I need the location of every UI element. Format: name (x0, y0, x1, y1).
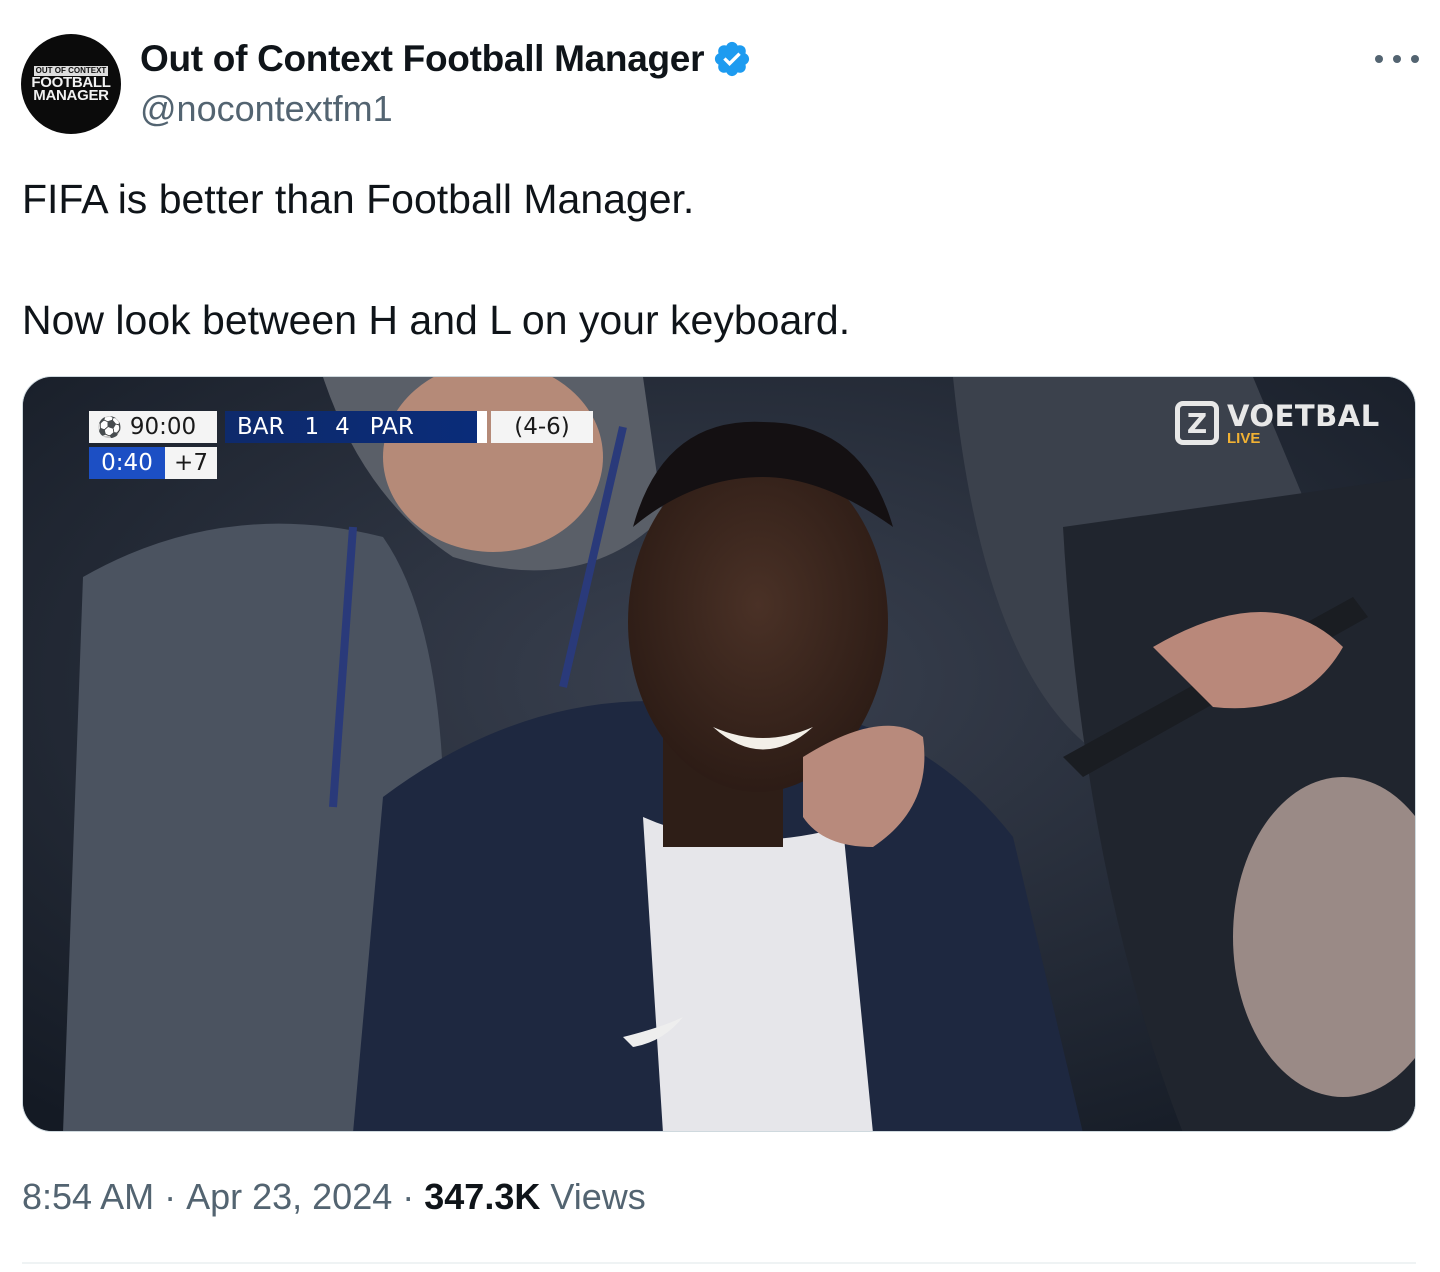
added-time: +7 (165, 447, 217, 479)
author-handle[interactable]: @nocontextfm1 (140, 88, 393, 130)
more-options-icon[interactable] (1375, 44, 1419, 74)
verified-badge-icon[interactable] (712, 39, 752, 79)
scorebug: ⚽ 90:00 BAR 1 4 PAR (4-6) 0:40 +7 (89, 411, 593, 479)
broadcaster-z-icon: Z (1175, 401, 1219, 445)
added-time-elapsed: 0:40 (89, 447, 165, 479)
separator-dot: · (402, 1176, 415, 1217)
broadcaster-live: LIVE (1227, 430, 1261, 447)
more-dot (1393, 55, 1401, 63)
match-time: 90:00 (129, 414, 197, 440)
champions-league-ball-icon: ⚽ (97, 415, 122, 439)
away-team: PAR (369, 414, 414, 440)
aggregate-score: (4-6) (491, 411, 593, 443)
tweet-date[interactable]: Apr 23, 2024 (186, 1176, 392, 1218)
photo-scene (23, 377, 1415, 1131)
author-name-row: Out of Context Football Manager (140, 38, 752, 80)
tweet-text: FIFA is better than Football Manager. No… (22, 170, 850, 350)
broadcaster-logo: Z VOETBAL LIVE (1175, 401, 1380, 447)
more-dot (1411, 55, 1419, 63)
tweet-paragraph-2: Now look between H and L on your keyboar… (22, 297, 851, 343)
divider (22, 1262, 1416, 1264)
tweet-media-photo[interactable]: ⚽ 90:00 BAR 1 4 PAR (4-6) 0:40 +7 Z VOET… (22, 376, 1416, 1132)
separator-dot: · (164, 1176, 177, 1217)
team-color-bar (477, 411, 487, 443)
broadcaster-name: VOETBAL (1227, 399, 1380, 433)
avatar-text-line3: MANAGER (33, 87, 109, 104)
views-count: 347.3K (424, 1176, 541, 1217)
more-dot (1375, 55, 1383, 63)
tweet-paragraph-1: FIFA is better than Football Manager. (22, 176, 695, 222)
author-avatar[interactable]: OUT OF CONTEXT FOOTBALL MANAGER (21, 34, 121, 134)
views-label: Views (550, 1176, 646, 1217)
home-score: 1 (304, 414, 320, 440)
home-team: BAR (237, 414, 285, 440)
author-display-name[interactable]: Out of Context Football Manager (140, 38, 704, 80)
tweet-metadata: 8:54 AM · Apr 23, 2024 · 347.3K Views (22, 1176, 646, 1218)
tweet-time[interactable]: 8:54 AM (22, 1176, 154, 1218)
score-panel: BAR 1 4 PAR (225, 411, 487, 443)
away-score: 4 (335, 414, 350, 440)
match-clock: ⚽ 90:00 (89, 411, 217, 443)
